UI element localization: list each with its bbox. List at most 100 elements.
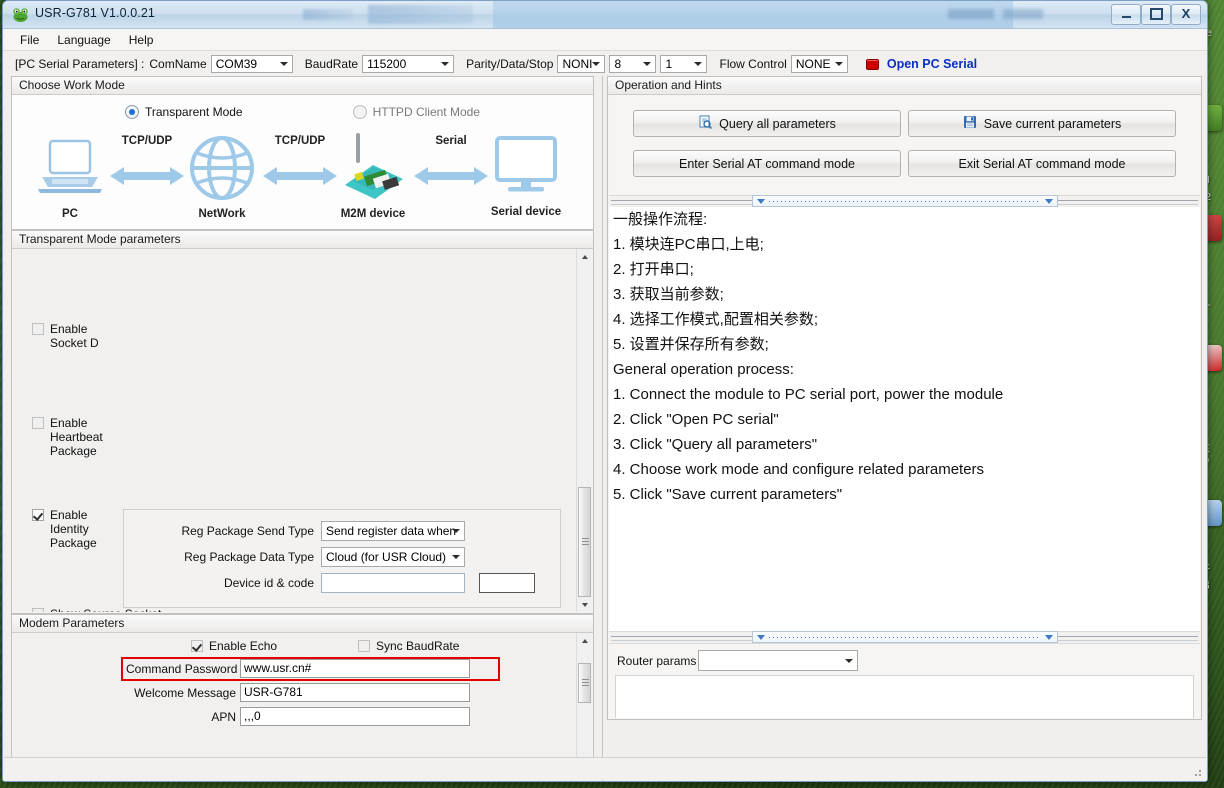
menu-help[interactable]: Help bbox=[120, 31, 163, 49]
query-all-parameters-button[interactable]: Query all parameters bbox=[633, 110, 901, 137]
triangle-up-icon bbox=[581, 638, 588, 643]
modem-params-group-title: Modem Parameters bbox=[12, 615, 593, 633]
menu-language[interactable]: Language bbox=[48, 31, 119, 49]
diagram-node-serial-device: Serial device bbox=[490, 135, 562, 218]
right-pane: Operation and Hints Query all parameters… bbox=[603, 76, 1207, 781]
modem-params-scrollbar[interactable] bbox=[576, 633, 592, 771]
title-bar[interactable]: USR-G781 V1.0.0.21 X bbox=[3, 1, 1207, 29]
router-params-select[interactable] bbox=[698, 650, 859, 671]
work-mode-body: Transparent Mode HTTPD Client Mode PC TC… bbox=[12, 95, 593, 229]
minimize-button[interactable] bbox=[1111, 4, 1141, 25]
apn-input[interactable]: ,,,0 bbox=[240, 707, 470, 726]
diagram-link-2-label: TCP/UDP bbox=[274, 135, 326, 147]
checkbox-sync-baudrate[interactable]: Sync BaudRate bbox=[358, 639, 459, 653]
resize-grip-icon[interactable] bbox=[1191, 766, 1203, 778]
row-apn: APN ,,,0 bbox=[126, 707, 560, 726]
reg-package-data-type-select[interactable]: Cloud (for USR Cloud) bbox=[321, 547, 465, 567]
modem-params-body: Enable Echo Sync BaudRate Command Passwo… bbox=[13, 633, 577, 771]
diagram-link-2: TCP/UDP bbox=[261, 135, 339, 192]
scrollbar-thumb[interactable] bbox=[578, 663, 591, 703]
baudrate-select[interactable]: 115200 bbox=[362, 55, 455, 73]
identity-package-panel: Reg Package Send Type Send register data… bbox=[123, 509, 561, 608]
work-mode-radio-row: Transparent Mode HTTPD Client Mode bbox=[12, 105, 593, 119]
parity-select[interactable]: NONI bbox=[557, 55, 606, 73]
menu-file[interactable]: File bbox=[11, 31, 48, 49]
scrollbar-grip-icon bbox=[582, 538, 589, 546]
device-id-input[interactable] bbox=[321, 573, 465, 593]
scrollbar-thumb[interactable] bbox=[578, 487, 591, 597]
diagram-link-1: TCP/UDP bbox=[108, 135, 186, 192]
field-reg-package-data-type: Reg Package Data Type Cloud (for USR Clo… bbox=[124, 547, 560, 567]
scroll-down-button[interactable] bbox=[577, 597, 592, 612]
field-device-id-code: Device id & code bbox=[124, 573, 560, 593]
maximize-button[interactable] bbox=[1141, 4, 1171, 25]
checkbox-enable-identity-package[interactable]: Enable Identity Package bbox=[32, 508, 97, 550]
laptop-icon bbox=[38, 139, 102, 193]
welcome-message-label: Welcome Message bbox=[134, 685, 236, 700]
reg-package-send-type-select[interactable]: Send register data when bbox=[321, 521, 465, 541]
checkbox-show-source-socket-label: Show Source Socket bbox=[50, 607, 161, 612]
device-code-input[interactable] bbox=[479, 573, 535, 593]
checkbox-sync-baudrate-label: Sync BaudRate bbox=[376, 639, 460, 653]
globe-icon bbox=[190, 136, 254, 200]
checkbox-enable-heartbeat-package[interactable]: Enable Heartbeat Package bbox=[32, 416, 103, 458]
scrollbar-grip-icon bbox=[582, 679, 589, 687]
frog-icon bbox=[12, 6, 29, 23]
scroll-up-button[interactable] bbox=[577, 249, 592, 264]
checkbox-enable-echo[interactable]: Enable Echo bbox=[191, 639, 277, 653]
parity-data-stop-label: Parity/Data/Stop bbox=[466, 57, 554, 71]
diagram-node-m2m: M2M device bbox=[337, 129, 409, 220]
radio-httpd-client-mode[interactable]: HTTPD Client Mode bbox=[352, 105, 480, 119]
log-output-area[interactable] bbox=[615, 675, 1194, 718]
splitter-dots bbox=[768, 636, 1041, 638]
checkbox-enable-socket-d[interactable]: Enable Socket D bbox=[32, 322, 99, 350]
welcome-message-input[interactable]: USR-G781 bbox=[240, 683, 470, 702]
diagram-node-m2m-label: M2M device bbox=[340, 208, 406, 220]
choose-work-mode-group: Choose Work Mode Transparent Mode HTTPD … bbox=[11, 76, 594, 230]
comname-select[interactable]: COM39 bbox=[210, 55, 293, 73]
hint-line: 5. 设置并保存所有参数; bbox=[613, 336, 769, 353]
checkbox-enable-identity-package-label: Enable Identity Package bbox=[50, 508, 97, 550]
row-welcome-message: Welcome Message USR-G781 bbox=[126, 683, 560, 702]
splitter-handle[interactable] bbox=[751, 195, 1058, 207]
save-current-parameters-label: Save current parameters bbox=[983, 116, 1122, 131]
chevron-down-icon bbox=[279, 62, 288, 66]
stopbits-select[interactable]: 1 bbox=[660, 55, 708, 73]
enter-serial-at-command-mode-button[interactable]: Enter Serial AT command mode bbox=[633, 150, 901, 177]
reg-package-send-type-label: Reg Package Send Type bbox=[181, 524, 314, 538]
query-document-icon bbox=[698, 115, 713, 132]
modem-parameters-group: Modem Parameters Enable Echo Sync BaudRa… bbox=[11, 614, 594, 773]
diagram-node-pc: PC bbox=[34, 137, 106, 220]
triangle-down-icon bbox=[1044, 198, 1053, 204]
app-window: USR-G781 V1.0.0.21 X File Language Help … bbox=[2, 0, 1208, 782]
scroll-up-button[interactable] bbox=[577, 633, 592, 648]
checkbox-icon bbox=[32, 509, 44, 521]
titlebar-ghost-artifact-2 bbox=[368, 5, 473, 24]
databits-select[interactable]: 8 bbox=[609, 55, 657, 73]
main-content: Choose Work Mode Transparent Mode HTTPD … bbox=[3, 76, 1207, 781]
flow-control-select[interactable]: NONE bbox=[790, 55, 848, 73]
query-all-parameters-label: Query all parameters bbox=[719, 116, 836, 131]
transparent-params-scrollbar[interactable] bbox=[576, 249, 592, 612]
diagram-node-network-label: NetWork bbox=[198, 208, 246, 220]
hints-bottom-splitter[interactable] bbox=[609, 631, 1200, 644]
device-id-code-label: Device id & code bbox=[223, 576, 314, 590]
exit-serial-at-command-mode-button[interactable]: Exit Serial AT command mode bbox=[908, 150, 1176, 177]
chevron-down-icon bbox=[694, 62, 703, 66]
command-password-highlight-box bbox=[121, 657, 500, 681]
chevron-down-icon bbox=[592, 62, 601, 66]
double-arrow-icon bbox=[110, 167, 184, 185]
save-current-parameters-button[interactable]: Save current parameters bbox=[908, 110, 1176, 137]
checkbox-icon bbox=[32, 323, 44, 335]
splitter-handle[interactable] bbox=[751, 631, 1058, 643]
transparent-params-scroll-area: Enable Socket D Enable Heartbeat Package bbox=[13, 249, 577, 612]
open-pc-serial-button[interactable]: Open PC Serial bbox=[887, 57, 977, 71]
close-icon: X bbox=[1181, 6, 1191, 21]
hint-line: 4. Choose work mode and configure relate… bbox=[613, 461, 985, 478]
hint-line: 一般操作流程: bbox=[613, 211, 708, 228]
checkbox-show-source-socket[interactable]: Show Source Socket bbox=[32, 607, 161, 612]
diagram-link-1-label: TCP/UDP bbox=[121, 135, 173, 147]
close-button[interactable]: X bbox=[1171, 4, 1201, 25]
radio-transparent-mode[interactable]: Transparent Mode bbox=[125, 105, 243, 119]
left-pane: Choose Work Mode Transparent Mode HTTPD … bbox=[3, 76, 603, 781]
